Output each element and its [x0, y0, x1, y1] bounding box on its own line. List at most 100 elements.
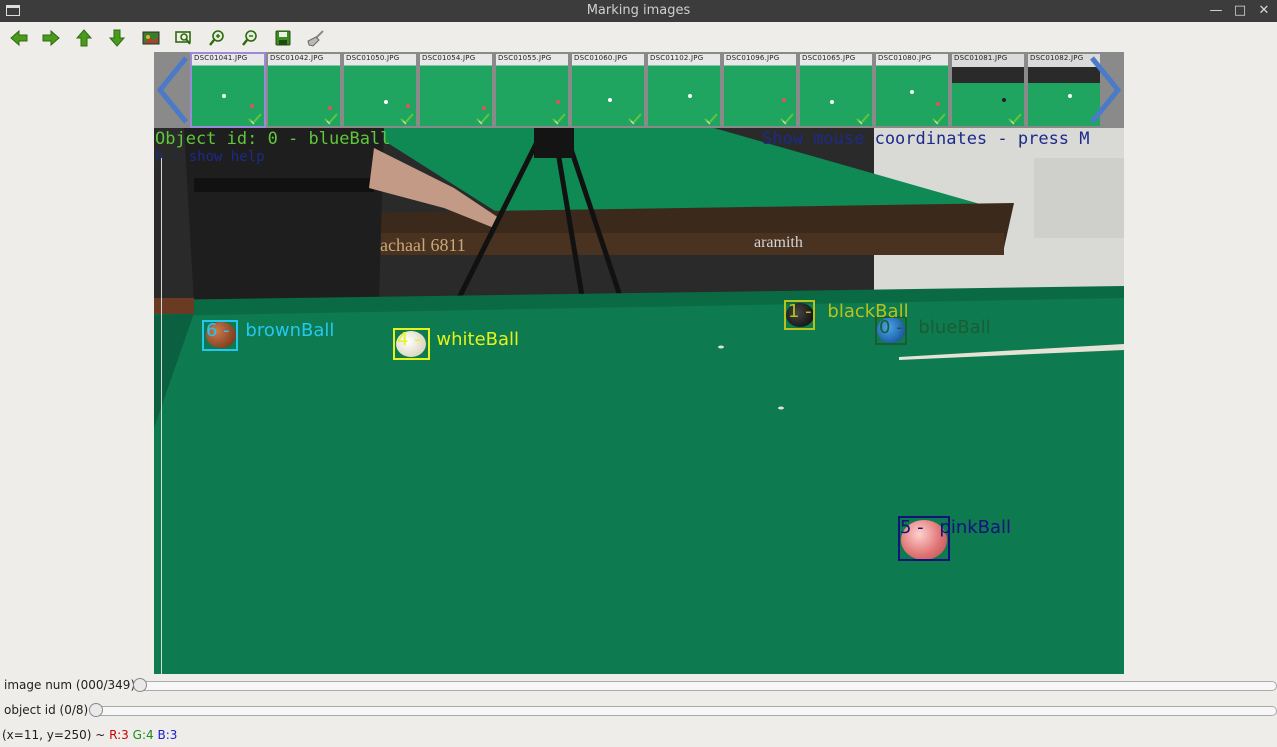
check-icon	[628, 113, 642, 125]
object-id-label: object id (0/8)	[4, 703, 89, 717]
annotation-label-blueball: 0 - blueBall	[879, 317, 991, 338]
thumbnail-3[interactable]: DSC01050.JPG	[344, 54, 416, 126]
zoom-fit-icon	[175, 31, 191, 45]
zoom-out-icon	[242, 30, 257, 46]
view-image-button[interactable]	[138, 26, 164, 50]
image-icon	[142, 31, 160, 45]
chevron-left-icon	[156, 56, 188, 124]
zoom-in-button[interactable]	[204, 26, 230, 50]
thumbnail-ball	[1068, 94, 1072, 98]
arrow-right-icon	[42, 29, 60, 47]
thumbnail-ball	[250, 104, 254, 108]
thumbnail-ball	[936, 102, 940, 106]
thumbnail-2[interactable]: DSC01042.JPG	[268, 54, 340, 126]
annotation-label-pinkball: 5 - pinkBall	[900, 517, 1012, 538]
prev-image-button[interactable]	[6, 26, 32, 50]
object-id-slider-handle[interactable]	[89, 703, 103, 717]
minimize-icon[interactable]: —	[1207, 2, 1225, 20]
thumbnail-ball	[328, 106, 332, 110]
check-icon	[1008, 113, 1022, 125]
thumbnail-ball	[556, 100, 560, 104]
object-id-row: object id (0/8)	[0, 701, 1277, 721]
thumbnail-4[interactable]: DSC01054.JPG	[420, 54, 492, 126]
thumbnail-label: DSC01080.JPG	[878, 54, 932, 62]
arrow-down-icon	[108, 29, 126, 47]
arrow-up-icon	[75, 29, 93, 47]
thumbnail-8[interactable]: DSC01096.JPG	[724, 54, 796, 126]
thumbnail-label: DSC01042.JPG	[270, 54, 324, 62]
maximize-icon[interactable]: □	[1231, 2, 1249, 20]
mouse-coords-hint: Show mouse coordinates - press M	[762, 129, 1090, 149]
thumbnail-label: DSC01096.JPG	[726, 54, 780, 62]
cursor-line	[161, 158, 162, 674]
strip-prev-button[interactable]	[154, 52, 192, 128]
thumbnail-6[interactable]: DSC01060.JPG	[572, 54, 644, 126]
thumbnail-ball	[1002, 98, 1006, 102]
thumbnail-label: DSC01065.JPG	[802, 54, 856, 62]
thumbnail-5[interactable]: DSC01055.JPG	[496, 54, 568, 126]
thumbnail-ball	[830, 100, 834, 104]
thumbnail-ball	[482, 106, 486, 110]
check-icon	[248, 113, 262, 125]
next-object-button[interactable]	[104, 26, 130, 50]
next-image-button[interactable]	[38, 26, 64, 50]
check-icon	[932, 113, 946, 125]
check-icon	[856, 113, 870, 125]
clear-button[interactable]	[303, 26, 329, 50]
image-num-slider-handle[interactable]	[133, 678, 147, 692]
object-id-readout: Object id: 0 - blueBall	[155, 129, 391, 149]
save-button[interactable]	[270, 26, 296, 50]
image-num-label: image num (000/349)	[4, 678, 136, 692]
thumbnail-label: DSC01102.JPG	[650, 54, 704, 62]
thumbnail-label: DSC01060.JPG	[574, 54, 628, 62]
status-bar: (x=11, y=250) ~ R:3 G:4 B:3	[2, 728, 177, 742]
status-r: R:3	[109, 728, 129, 742]
zoom-fit-button[interactable]	[171, 26, 197, 50]
image-num-row: image num (000/349)	[0, 676, 1277, 696]
close-icon[interactable]: ✕	[1255, 2, 1273, 20]
thumbnail-label: DSC01041.JPG	[194, 54, 248, 62]
thumbnail-label: DSC01082.JPG	[1030, 54, 1084, 62]
status-g: G:4	[132, 728, 154, 742]
thumbnail-ball	[910, 90, 914, 94]
chevron-right-icon	[1090, 56, 1122, 124]
status-coords: (x=11, y=250) ~	[2, 728, 110, 742]
rail-text: rachaal 6811	[374, 235, 466, 255]
annotation-label-brownball: 6 - brownBall	[206, 320, 335, 341]
thumbnail-10[interactable]: DSC01080.JPG	[876, 54, 948, 126]
zoom-in-icon	[209, 30, 224, 46]
thumbnail-11[interactable]: DSC01081.JPG	[952, 54, 1024, 126]
status-b: B:3	[157, 728, 178, 742]
thumbnail-label: DSC01050.JPG	[346, 54, 400, 62]
thumbnail-ball	[782, 98, 786, 102]
thumbnail-strip: DSC01041.JPG DSC01042.JPG DSC01050.JPG DSC0…	[154, 52, 1124, 128]
thumbnail-ball	[222, 94, 226, 98]
strip-next-button[interactable]	[1086, 52, 1124, 128]
thumbnail-7[interactable]: DSC01102.JPG	[648, 54, 720, 126]
title-bar: Marking images — □ ✕	[0, 0, 1277, 22]
brand-text: aramith	[754, 234, 803, 251]
check-icon	[324, 113, 338, 125]
toolbar	[0, 24, 1277, 52]
arrow-left-icon	[10, 29, 28, 47]
help-hint: h - show help	[155, 149, 265, 165]
thumbnail-label: DSC01081.JPG	[954, 54, 1008, 62]
thumbnail-label: DSC01055.JPG	[498, 54, 552, 62]
object-id-slider[interactable]	[89, 703, 1277, 717]
thumbnail-1[interactable]: DSC01041.JPG	[190, 52, 266, 128]
check-icon	[400, 113, 414, 125]
zoom-out-button[interactable]	[237, 26, 263, 50]
thumbnail-9[interactable]: DSC01065.JPG	[800, 54, 872, 126]
prev-object-button[interactable]	[71, 26, 97, 50]
snooker-table-photo: rachaal 6811 aramith	[154, 128, 1124, 674]
check-icon	[552, 113, 566, 125]
window-title: Marking images	[586, 3, 691, 18]
thumbnail-ball	[688, 94, 692, 98]
save-icon	[275, 30, 291, 46]
thumbnail-ball	[384, 100, 388, 104]
annotation-label-whiteball: 4 - whiteBall	[397, 329, 520, 350]
check-icon	[704, 113, 718, 125]
thumbnail-label: DSC01054.JPG	[422, 54, 476, 62]
image-canvas[interactable]: rachaal 6811 aramith 6 - brownBall 4 - w…	[154, 128, 1124, 674]
image-num-slider[interactable]	[133, 678, 1277, 692]
